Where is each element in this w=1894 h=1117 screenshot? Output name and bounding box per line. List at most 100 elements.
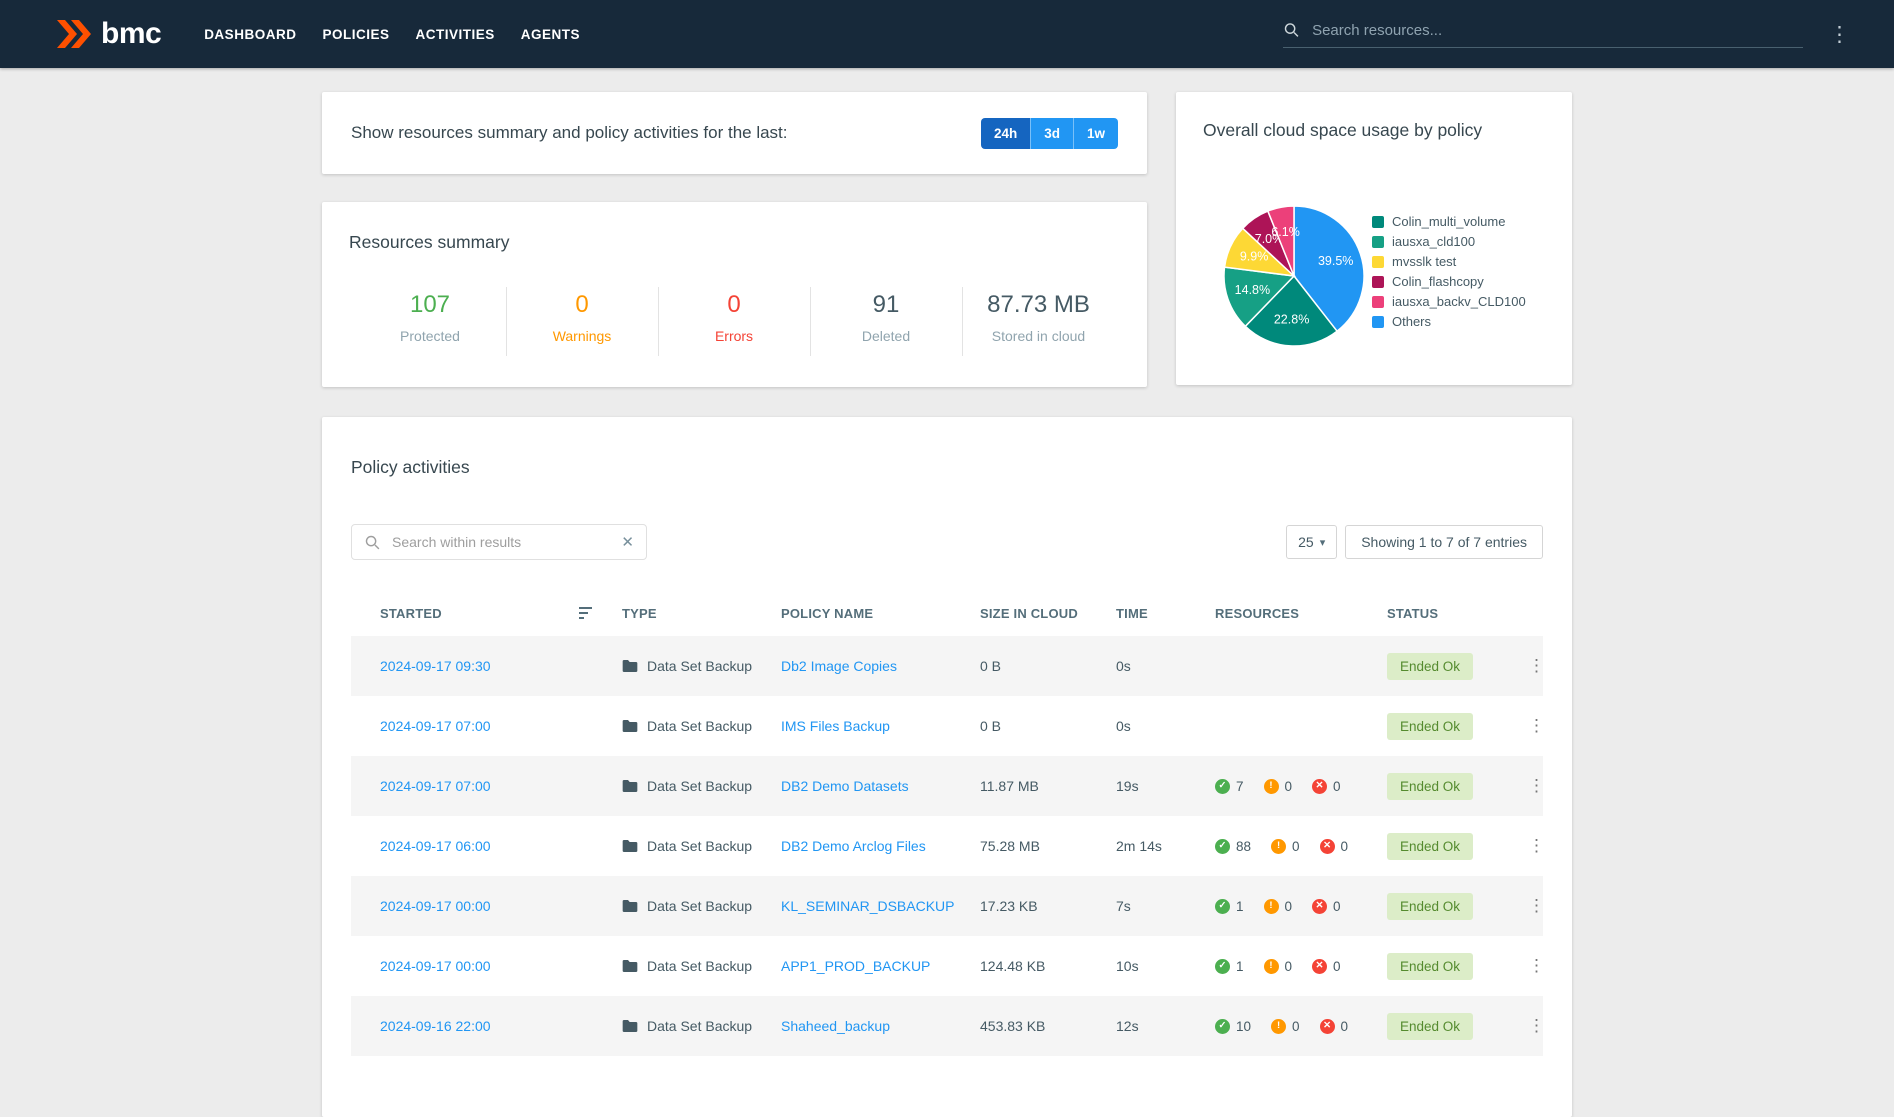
dashboard-content: Show resources summary and policy activi… — [322, 68, 1572, 1117]
row-policy-link[interactable]: Db2 Image Copies — [781, 658, 897, 674]
row-type-label: Data Set Backup — [647, 838, 753, 854]
row-size: 0 B — [980, 718, 1002, 734]
row-kebab-icon[interactable]: ⋮ — [1520, 652, 1553, 679]
legend-swatch — [1372, 315, 1384, 328]
row-policy-link[interactable]: APP1_PROD_BACKUP — [781, 958, 930, 974]
row-started-link[interactable]: 2024-09-17 09:30 — [380, 658, 491, 674]
table-row: 2024-09-17 07:00 Data Set Backup IMS Fil… — [351, 696, 1545, 756]
nav-item-dashboard[interactable]: DASHBOARD — [191, 17, 309, 52]
time-filter-card: Show resources summary and policy activi… — [322, 92, 1147, 174]
navbar-kebab-icon[interactable]: ⋮ — [1825, 24, 1854, 45]
results-search-input[interactable] — [390, 533, 613, 551]
cloud-usage-title: Overall cloud space usage by policy — [1203, 120, 1483, 140]
error-circle-icon: ✕ — [1312, 778, 1328, 794]
table-row: 2024-09-17 09:30 Data Set Backup Db2 Ima… — [351, 636, 1545, 696]
resources-warn-count: 0 — [1284, 958, 1293, 974]
resources-ok: ✓ 7 — [1215, 778, 1244, 794]
row-kebab-icon[interactable]: ⋮ — [1520, 1012, 1553, 1039]
legend-swatch — [1372, 295, 1384, 308]
status-badge: Ended Ok — [1387, 952, 1474, 980]
table-row: 2024-09-17 07:00 Data Set Backup DB2 Dem… — [351, 756, 1545, 816]
folder-icon — [622, 1020, 638, 1032]
row-policy-link[interactable]: DB2 Demo Datasets — [781, 778, 909, 794]
row-type: Data Set Backup — [622, 838, 781, 854]
stat-label: Deleted — [861, 327, 911, 344]
row-kebab-icon[interactable]: ⋮ — [1520, 952, 1553, 979]
page-size-value: 25 — [1298, 534, 1314, 550]
row-kebab-icon[interactable]: ⋮ — [1520, 832, 1553, 859]
legend-label: Others — [1392, 314, 1432, 329]
resources-summary-card: Resources summary 107 Protected 0 Warnin… — [322, 202, 1147, 387]
nav-item-activities[interactable]: ACTIVITIES — [402, 17, 507, 52]
row-type-label: Data Set Backup — [647, 718, 753, 734]
sort-icon[interactable] — [579, 606, 596, 620]
row-policy-link[interactable]: Shaheed_backup — [781, 1018, 890, 1034]
nav-item-policies[interactable]: POLICIES — [309, 17, 402, 52]
cloud-usage-card: Overall cloud space usage by policy 39.5… — [1176, 92, 1572, 385]
legend-label: iausxa_cld100 — [1392, 234, 1476, 249]
time-btn-1w[interactable]: 1w — [1072, 117, 1118, 149]
legend-label: Colin_flashcopy — [1392, 274, 1484, 289]
folder-icon — [622, 960, 638, 972]
showing-entries-text: Showing 1 to 7 of 7 entries — [1345, 525, 1543, 559]
resources-ok: ✓ 1 — [1215, 958, 1244, 974]
results-search: ✕ — [351, 524, 647, 560]
pie-slice-label: 14.8% — [1235, 283, 1270, 297]
row-started-link[interactable]: 2024-09-17 00:00 — [380, 898, 491, 914]
legend-item: Others — [1372, 314, 1526, 329]
page-size-dropdown[interactable]: 25 ▾ — [1286, 525, 1338, 559]
nav-item-agents[interactable]: AGENTS — [508, 17, 593, 52]
col-header-type[interactable]: TYPE — [622, 606, 781, 621]
legend-item: Colin_multi_volume — [1372, 214, 1526, 229]
time-filter-label: Show resources summary and policy activi… — [351, 123, 788, 142]
row-time: 10s — [1116, 958, 1139, 974]
warning-circle-icon: ! — [1263, 958, 1279, 974]
row-policy-link[interactable]: IMS Files Backup — [781, 718, 890, 734]
row-policy-link[interactable]: KL_SEMINAR_DSBACKUP — [781, 898, 955, 914]
row-kebab-icon[interactable]: ⋮ — [1520, 712, 1553, 739]
row-started-link[interactable]: 2024-09-17 07:00 — [380, 718, 491, 734]
error-circle-icon: ✕ — [1319, 1018, 1335, 1034]
col-header-status[interactable]: STATUS — [1387, 606, 1520, 621]
row-started-link[interactable]: 2024-09-17 07:00 — [380, 778, 491, 794]
col-header-size[interactable]: SIZE IN CLOUD — [980, 606, 1116, 621]
row-kebab-icon[interactable]: ⋮ — [1520, 892, 1553, 919]
col-header-policy-name[interactable]: POLICY NAME — [781, 606, 980, 621]
bmc-logo[interactable]: bmc — [56, 19, 162, 49]
row-type-label: Data Set Backup — [647, 778, 753, 794]
stat-errors: 0 Errors — [659, 287, 811, 356]
col-header-time[interactable]: TIME — [1116, 606, 1215, 621]
row-kebab-icon[interactable]: ⋮ — [1520, 772, 1553, 799]
row-started-link[interactable]: 2024-09-17 00:00 — [380, 958, 491, 974]
navbar-right: ⋮ — [1283, 20, 1854, 48]
table-right-controls: 25 ▾ Showing 1 to 7 of 7 entries — [1286, 525, 1543, 559]
resources-ok-count: 1 — [1236, 898, 1244, 914]
time-btn-3d[interactable]: 3d — [1030, 117, 1073, 149]
resources-err: ✕ 0 — [1312, 958, 1341, 974]
resources-err-count: 0 — [1333, 898, 1341, 914]
resource-search-input[interactable] — [1310, 20, 1803, 40]
resources-err-count: 0 — [1340, 1018, 1349, 1034]
col-header-started[interactable]: STARTED — [351, 606, 622, 621]
row-started-link[interactable]: 2024-09-16 22:00 — [380, 1018, 491, 1034]
folder-icon — [622, 660, 638, 672]
legend-label: iausxa_backv_CLD100 — [1392, 294, 1526, 309]
time-btn-24h[interactable]: 24h — [980, 117, 1031, 149]
row-started-link[interactable]: 2024-09-17 06:00 — [380, 838, 491, 854]
clear-search-icon[interactable]: ✕ — [621, 535, 634, 550]
policy-activities-title: Policy activities — [351, 457, 470, 477]
row-size: 453.83 KB — [980, 1018, 1046, 1034]
resources-err: ✕ 0 — [1312, 778, 1341, 794]
check-circle-icon: ✓ — [1215, 838, 1230, 854]
row-policy-link[interactable]: DB2 Demo Arclog Files — [781, 838, 926, 854]
col-header-resources[interactable]: RESOURCES — [1215, 606, 1387, 621]
stat-value: 87.73 MB — [987, 291, 1090, 318]
table-row: 2024-09-16 22:00 Data Set Backup Shaheed… — [351, 996, 1545, 1056]
legend-label: Colin_multi_volume — [1392, 214, 1506, 229]
pie-slice-label: 22.8% — [1274, 312, 1309, 326]
legend-item: iausxa_cld100 — [1372, 234, 1526, 249]
resources-err: ✕ 0 — [1319, 1018, 1349, 1034]
row-type: Data Set Backup — [622, 778, 781, 794]
legend-item: Colin_flashcopy — [1372, 274, 1526, 289]
resources-warn-count: 0 — [1284, 778, 1293, 794]
